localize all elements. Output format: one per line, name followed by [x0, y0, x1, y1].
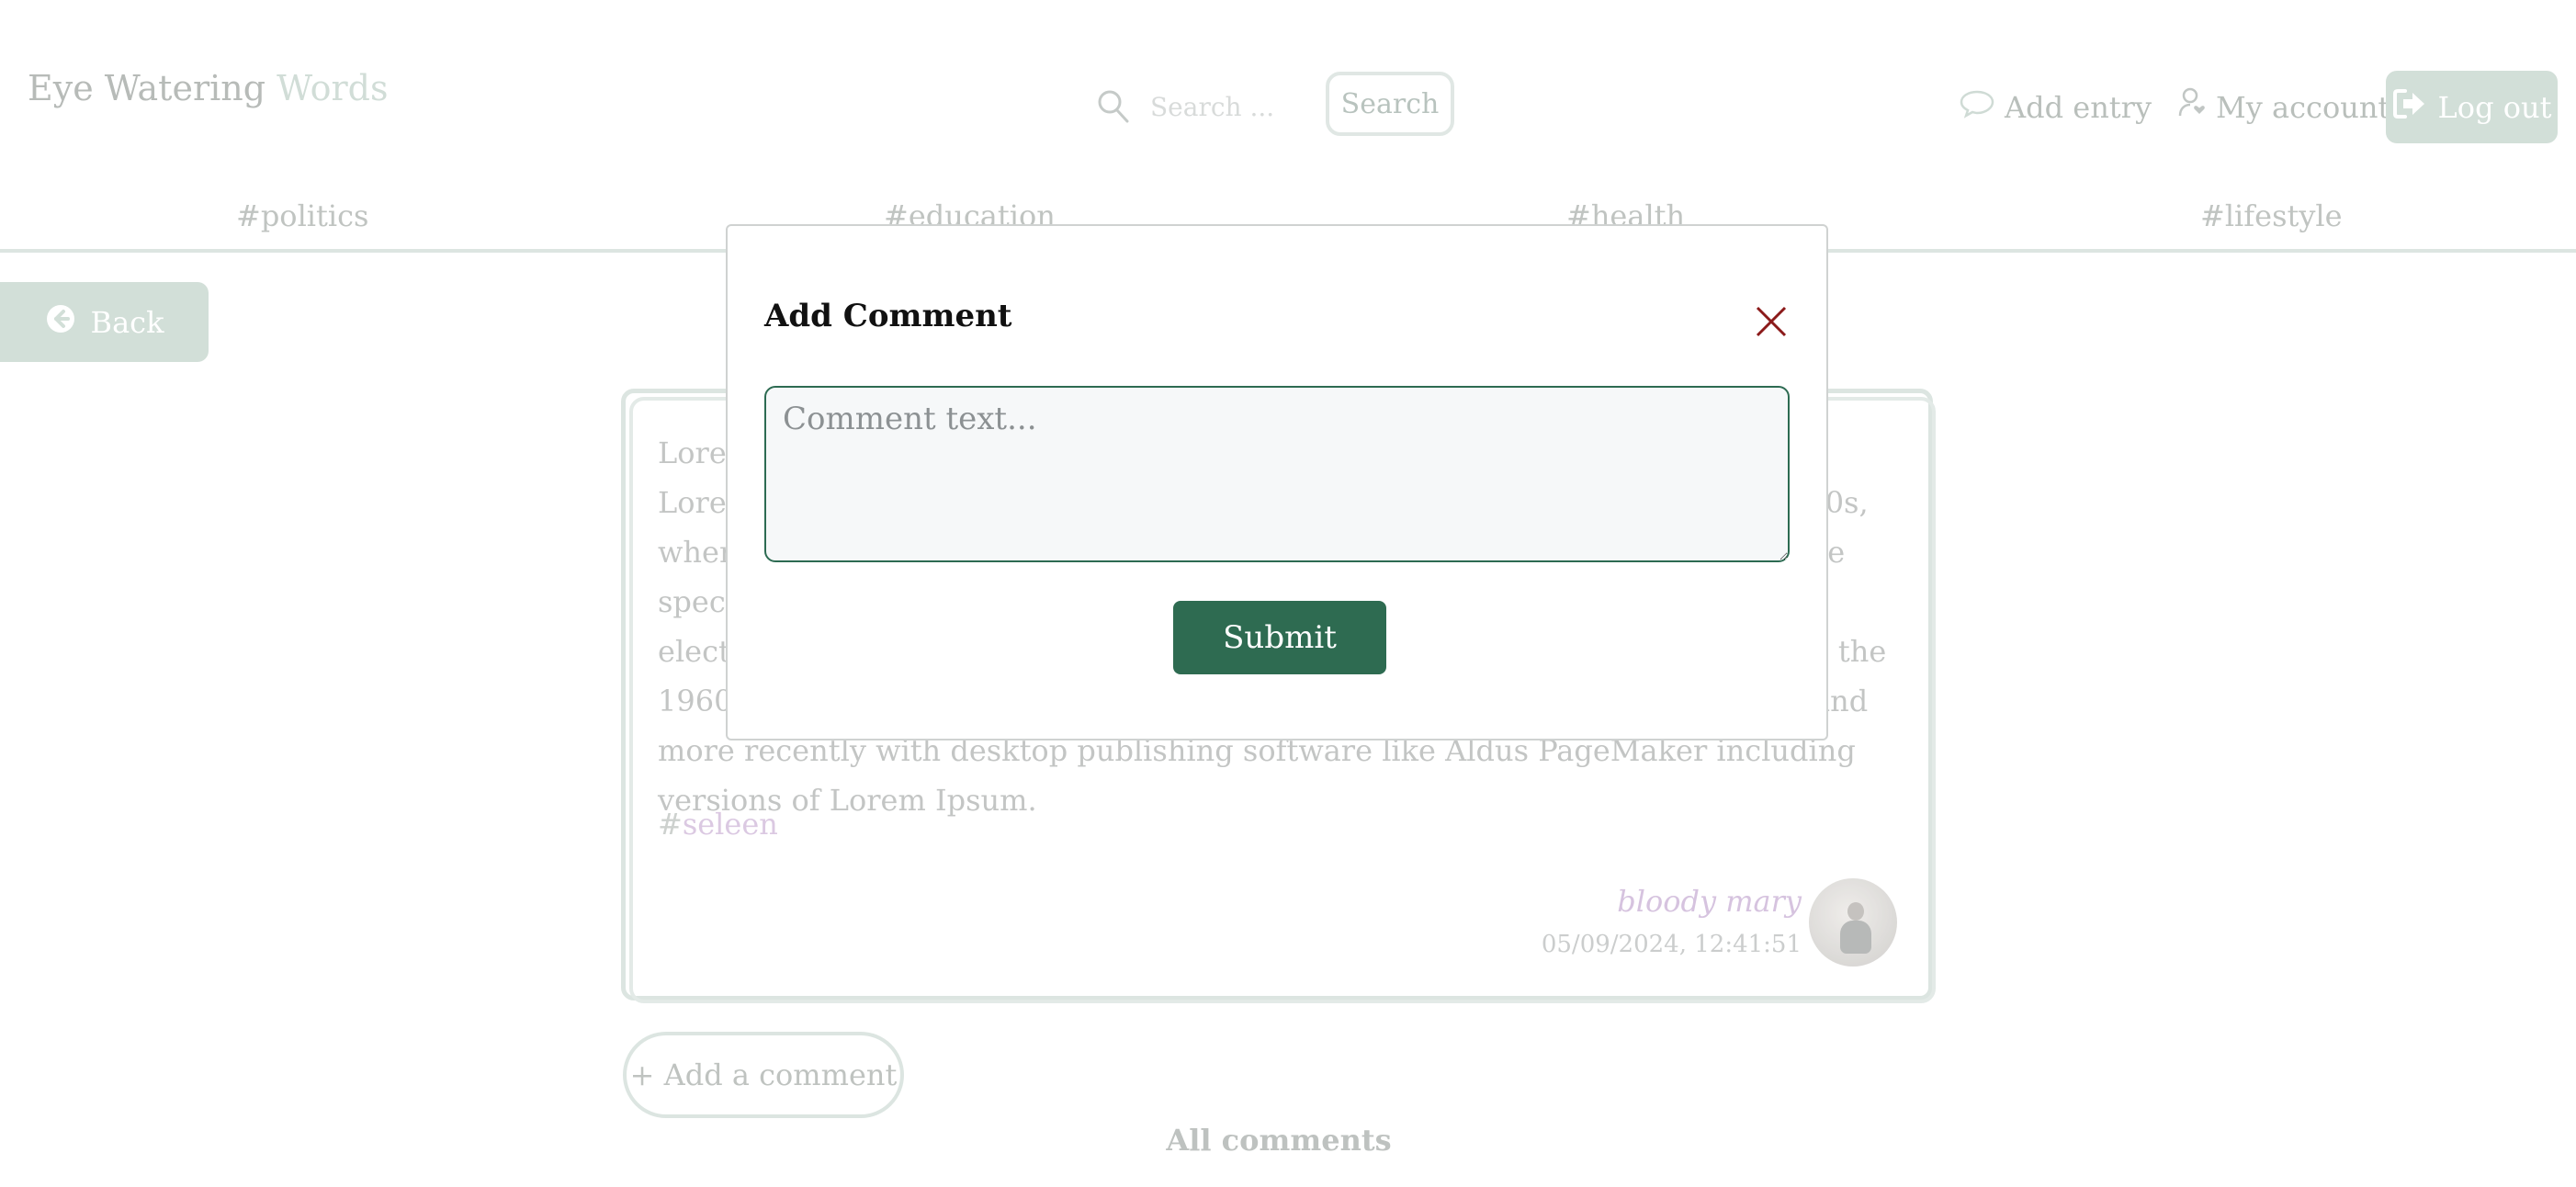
submit-button[interactable]: Submit [1173, 601, 1386, 674]
post-detail-page: Eye Watering Words Search Add entry My a [0, 0, 2576, 1187]
add-comment-modal: Add Comment Submit [726, 224, 1828, 740]
modal-title: Add Comment [764, 298, 1012, 334]
close-icon[interactable] [1755, 305, 1788, 338]
comment-text-field[interactable] [764, 386, 1790, 562]
